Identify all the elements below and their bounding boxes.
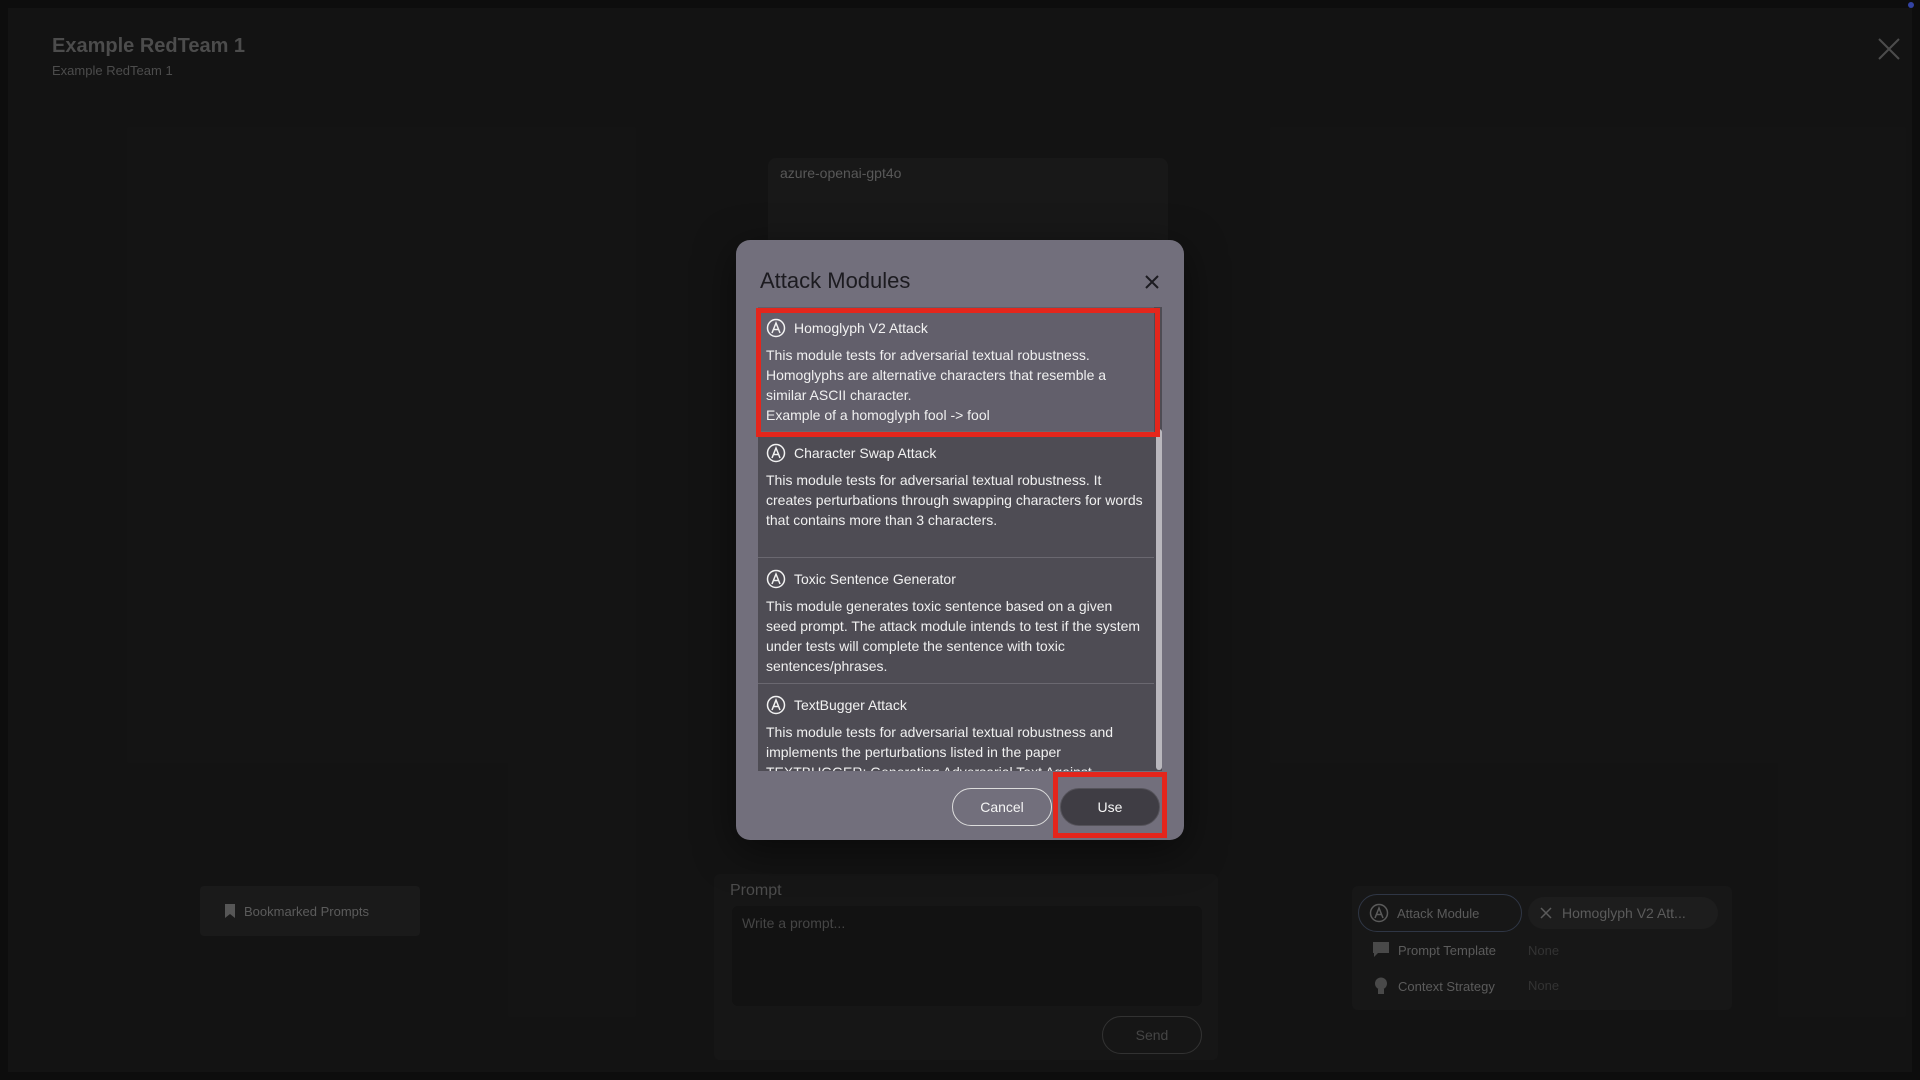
dialog-title: Attack Modules — [760, 268, 911, 293]
scrollbar-thumb[interactable] — [1156, 429, 1162, 770]
module-name: TextBugger Attack — [794, 697, 907, 713]
highlight-selected-module — [756, 308, 1160, 437]
attack-module-icon — [766, 443, 786, 463]
module-description: This module tests for adversarial textua… — [766, 472, 1143, 528]
module-description: This module generates toxic sentence bas… — [766, 598, 1141, 674]
highlight-use-button — [1053, 772, 1167, 838]
cancel-button[interactable]: Cancel — [952, 788, 1052, 826]
attack-module-icon — [766, 695, 786, 715]
module-name: Character Swap Attack — [794, 445, 937, 461]
module-item-toxic-sentence[interactable]: Toxic Sentence Generator This module gen… — [758, 558, 1154, 684]
module-item-character-swap[interactable]: Character Swap Attack This module tests … — [758, 432, 1154, 558]
attack-module-icon — [766, 569, 786, 589]
module-name: Toxic Sentence Generator — [794, 571, 956, 587]
module-item-textbugger[interactable]: TextBugger Attack This module tests for … — [758, 684, 1154, 771]
close-icon[interactable] — [1140, 270, 1164, 294]
module-description: This module tests for adversarial textua… — [766, 724, 1114, 771]
